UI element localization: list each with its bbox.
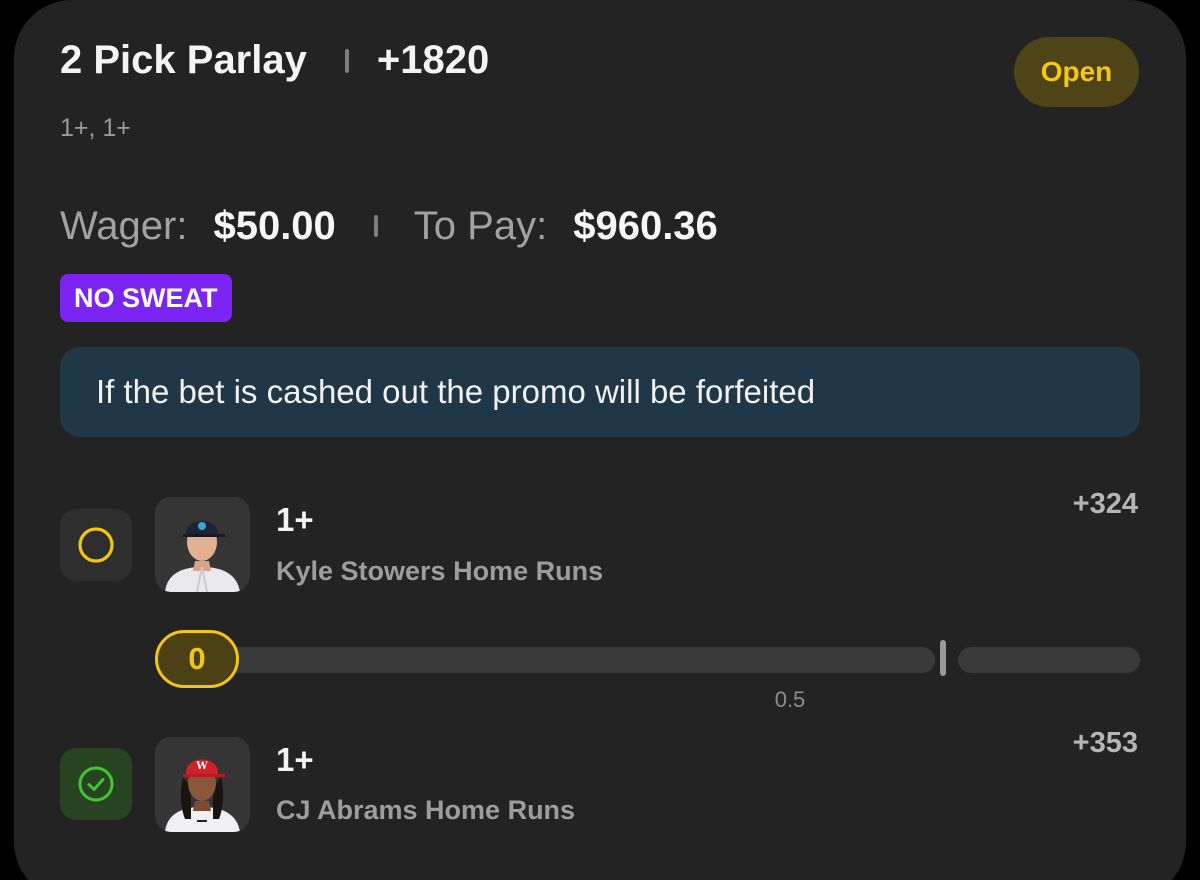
pick-line: 1+ xyxy=(276,741,314,778)
header-divider xyxy=(344,48,349,73)
bet-subtitle: 1+, 1+ xyxy=(60,114,131,142)
player-headshot-icon xyxy=(165,521,240,592)
pick-status-won xyxy=(60,748,132,820)
pick-status-pending xyxy=(60,509,132,581)
parlay-odds: +1820 xyxy=(376,38,490,82)
player-avatar: W xyxy=(155,737,250,832)
threshold-marker xyxy=(940,640,946,676)
pick-odds: +324 xyxy=(1072,488,1138,520)
wager-label: Wager: xyxy=(60,203,188,248)
topay-label: To Pay: xyxy=(413,203,548,248)
check-circle-icon xyxy=(78,766,114,802)
bet-title: 2 Pick Parlay xyxy=(60,38,307,82)
pick-market: Kyle Stowers Home Runs xyxy=(276,556,604,586)
progress-current-value: 0 xyxy=(155,630,239,688)
money-divider xyxy=(373,215,378,237)
circle-outline-icon xyxy=(78,527,114,563)
promo-notice: If the bet is cashed out the promo will … xyxy=(60,347,1140,437)
topay-value: $960.36 xyxy=(573,203,718,248)
status-badge: Open xyxy=(1014,37,1139,107)
pick-odds: +353 xyxy=(1072,727,1138,759)
promo-badge: NO SWEAT xyxy=(60,274,232,322)
pick-line: 1+ xyxy=(276,501,314,538)
threshold-label: 0.5 xyxy=(774,687,806,712)
progress-track-remaining xyxy=(958,647,1140,673)
promo-notice-text: If the bet is cashed out the promo will … xyxy=(96,373,816,410)
progress-tracker: 0 xyxy=(155,630,1140,690)
wager-value: $50.00 xyxy=(213,203,336,248)
money-row: Wager: $50.00 To Pay: $960.36 xyxy=(60,198,718,254)
progress-track xyxy=(175,647,935,673)
player-headshot-icon: W xyxy=(165,759,240,832)
bet-header: 2 Pick Parlay +1820 xyxy=(60,38,489,83)
svg-text:W: W xyxy=(195,761,208,772)
player-avatar xyxy=(155,497,250,592)
pick-market: CJ Abrams Home Runs xyxy=(276,795,576,825)
